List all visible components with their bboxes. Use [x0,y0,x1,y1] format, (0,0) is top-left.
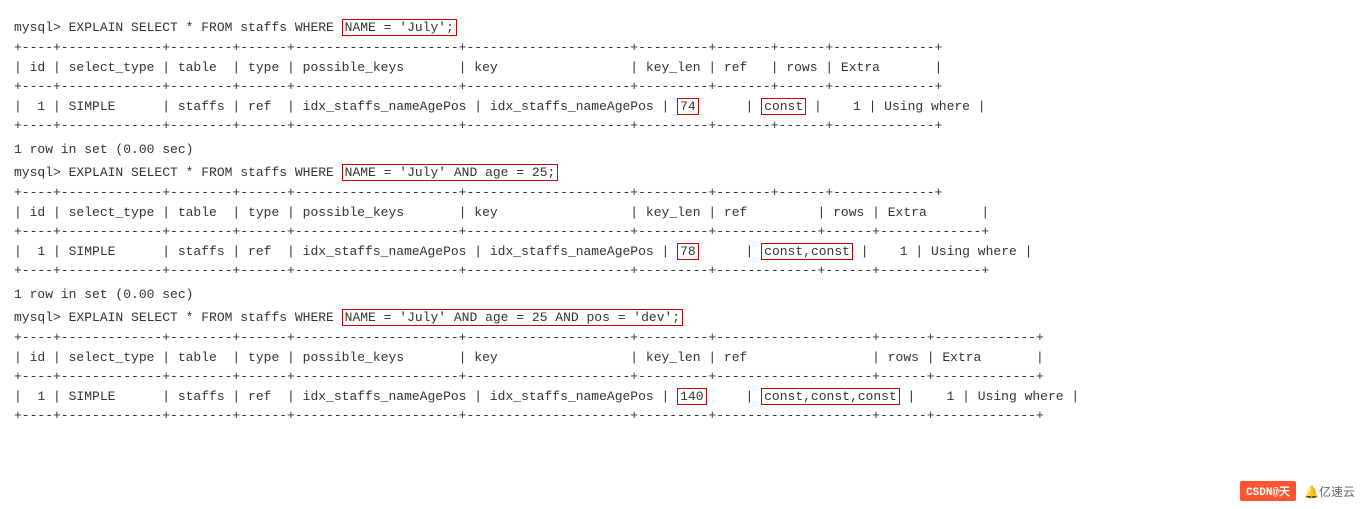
table-header-1: | id | select_type | table | type | poss… [14,58,1349,78]
command-prefix-2: mysql> EXPLAIN SELECT * FROM staffs WHER… [14,165,342,180]
command-line-3: mysql> EXPLAIN SELECT * FROM staffs WHER… [14,308,1349,328]
divider-mid-3: +----+-------------+--------+------+----… [14,367,1349,387]
ref-3: const,const,const [761,388,900,405]
footer-bar: CSDN@天 🔔亿速云 [1240,481,1355,501]
result-1: 1 row in set (0.00 sec) [14,140,1349,160]
section-1: mysql> EXPLAIN SELECT * FROM staffs WHER… [14,18,1349,159]
divider-mid-1: +----+-------------+--------+------+----… [14,77,1349,97]
keylen-2: 78 [677,243,699,260]
command-highlight-3: NAME = 'July' AND age = 25 AND pos = 'de… [342,309,683,326]
ref-2: const,const [761,243,853,260]
command-prefix-1: mysql> EXPLAIN SELECT * FROM staffs WHER… [14,20,342,35]
section-2: mysql> EXPLAIN SELECT * FROM staffs WHER… [14,163,1349,304]
extra-logo: 🔔亿速云 [1304,483,1355,500]
command-line-2: mysql> EXPLAIN SELECT * FROM staffs WHER… [14,163,1349,183]
command-line-1: mysql> EXPLAIN SELECT * FROM staffs WHER… [14,18,1349,38]
command-prefix-3: mysql> EXPLAIN SELECT * FROM staffs WHER… [14,310,342,325]
divider-bot-2: +----+-------------+--------+------+----… [14,261,1349,281]
table-header-2: | id | select_type | table | type | poss… [14,203,1349,223]
divider-bot-1: +----+-------------+--------+------+----… [14,116,1349,136]
terminal-window: mysql> EXPLAIN SELECT * FROM staffs WHER… [10,10,1353,436]
command-highlight-1: NAME = 'July'; [342,19,457,36]
keylen-3: 140 [677,388,706,405]
divider-top-3: +----+-------------+--------+------+----… [14,328,1349,348]
result-2: 1 row in set (0.00 sec) [14,285,1349,305]
divider-bot-3: +----+-------------+--------+------+----… [14,406,1349,426]
table-row-1: | 1 | SIMPLE | staffs | ref | idx_staffs… [14,97,1349,117]
table-row-2: | 1 | SIMPLE | staffs | ref | idx_staffs… [14,242,1349,262]
csdn-logo: CSDN@天 [1240,481,1296,501]
keylen-1: 74 [677,98,699,115]
divider-top-2: +----+-------------+--------+------+----… [14,183,1349,203]
table-header-3: | id | select_type | table | type | poss… [14,348,1349,368]
divider-mid-2: +----+-------------+--------+------+----… [14,222,1349,242]
command-highlight-2: NAME = 'July' AND age = 25; [342,164,559,181]
ref-1: const [761,98,806,115]
table-row-3: | 1 | SIMPLE | staffs | ref | idx_staffs… [14,387,1349,407]
divider-top-1: +----+-------------+--------+------+----… [14,38,1349,58]
section-3: mysql> EXPLAIN SELECT * FROM staffs WHER… [14,308,1349,426]
